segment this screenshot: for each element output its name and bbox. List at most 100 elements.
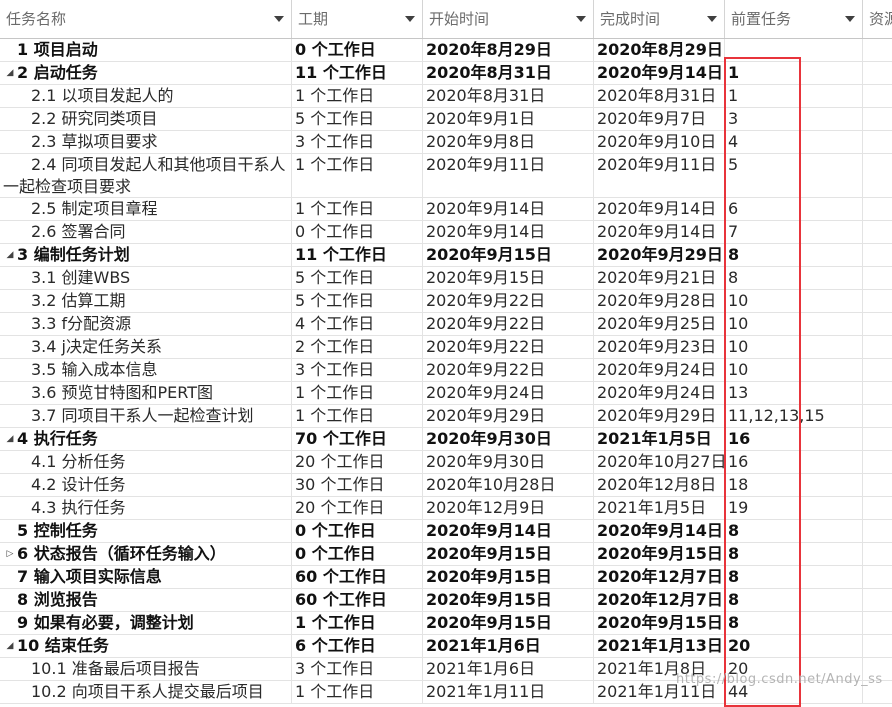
finish-date-cell[interactable]: 2020年12月7日 [594,566,725,588]
task-name-cell[interactable]: 2.1 以项目发起人的 [0,85,292,107]
task-name-cell[interactable]: 2.5 制定项目章程 [0,198,292,220]
finish-date-cell[interactable]: 2020年9月28日 [594,290,725,312]
dropdown-arrow-icon[interactable] [707,16,717,22]
resources-cell[interactable] [863,154,892,197]
finish-date-cell[interactable]: 2021年1月5日 [594,497,725,519]
resources-cell[interactable] [863,244,892,266]
column-header-task-name[interactable]: 任务名称 [0,0,292,38]
resources-cell[interactable] [863,520,892,542]
finish-date-cell[interactable]: 2020年9月15日 [594,543,725,565]
collapse-icon[interactable]: ◢ [3,62,17,84]
dropdown-arrow-icon[interactable] [845,16,855,22]
duration-cell[interactable]: 3 个工作日 [292,658,423,680]
start-date-cell[interactable]: 2020年9月29日 [423,405,594,427]
dropdown-arrow-icon[interactable] [576,16,586,22]
start-date-cell[interactable]: 2020年9月8日 [423,131,594,153]
duration-cell[interactable]: 60 个工作日 [292,566,423,588]
finish-date-cell[interactable]: 2020年9月14日 [594,198,725,220]
task-name-cell[interactable]: 10.1 准备最后项目报告 [0,658,292,680]
duration-cell[interactable]: 5 个工作日 [292,267,423,289]
duration-cell[interactable]: 0 个工作日 [292,221,423,243]
start-date-cell[interactable]: 2020年9月30日 [423,451,594,473]
start-date-cell[interactable]: 2020年8月31日 [423,62,594,84]
finish-date-cell[interactable]: 2020年8月29日 [594,39,725,61]
start-date-cell[interactable]: 2020年9月22日 [423,313,594,335]
task-name-cell[interactable]: 4.3 执行任务 [0,497,292,519]
finish-date-cell[interactable]: 2020年9月14日 [594,62,725,84]
column-header-finish[interactable]: 完成时间 [594,0,725,38]
duration-cell[interactable]: 30 个工作日 [292,474,423,496]
resources-cell[interactable] [863,451,892,473]
resources-cell[interactable] [863,39,892,61]
duration-cell[interactable]: 1 个工作日 [292,612,423,634]
finish-date-cell[interactable]: 2020年9月14日 [594,221,725,243]
resources-cell[interactable] [863,405,892,427]
dropdown-arrow-icon[interactable] [405,16,415,22]
start-date-cell[interactable]: 2020年9月15日 [423,543,594,565]
duration-cell[interactable]: 1 个工作日 [292,154,423,197]
duration-cell[interactable]: 0 个工作日 [292,543,423,565]
start-date-cell[interactable]: 2020年9月15日 [423,244,594,266]
start-date-cell[interactable]: 2020年8月29日 [423,39,594,61]
resources-cell[interactable] [863,62,892,84]
task-name-cell[interactable]: ◢ 2 启动任务 [0,62,292,84]
task-name-cell[interactable]: 4.2 设计任务 [0,474,292,496]
start-date-cell[interactable]: 2021年1月6日 [423,658,594,680]
finish-date-cell[interactable]: 2020年12月8日 [594,474,725,496]
task-name-cell[interactable]: 3.7 同项目干系人一起检查计划 [0,405,292,427]
finish-date-cell[interactable]: 2020年9月21日 [594,267,725,289]
resources-cell[interactable] [863,497,892,519]
duration-cell[interactable]: 5 个工作日 [292,290,423,312]
collapse-icon[interactable]: ◢ [3,635,17,657]
finish-date-cell[interactable]: 2020年9月24日 [594,382,725,404]
start-date-cell[interactable]: 2020年9月22日 [423,290,594,312]
resources-cell[interactable] [863,635,892,657]
finish-date-cell[interactable]: 2020年9月15日 [594,612,725,634]
duration-cell[interactable]: 0 个工作日 [292,39,423,61]
column-header-duration[interactable]: 工期 [292,0,423,38]
start-date-cell[interactable]: 2020年8月31日 [423,85,594,107]
task-name-cell[interactable]: 3.5 输入成本信息 [0,359,292,381]
finish-date-cell[interactable]: 2020年9月7日 [594,108,725,130]
finish-date-cell[interactable]: 2020年12月7日 [594,589,725,611]
task-name-cell[interactable]: 10.2 向项目干系人提交最后项目 [0,681,292,703]
finish-date-cell[interactable]: 2020年9月23日 [594,336,725,358]
finish-date-cell[interactable]: 2020年8月31日 [594,85,725,107]
task-name-cell[interactable]: ▷ 6 状态报告（循环任务输入） [0,543,292,565]
start-date-cell[interactable]: 2020年9月15日 [423,589,594,611]
start-date-cell[interactable]: 2020年9月1日 [423,108,594,130]
resources-cell[interactable] [863,131,892,153]
start-date-cell[interactable]: 2020年9月14日 [423,221,594,243]
finish-date-cell[interactable]: 2020年9月10日 [594,131,725,153]
duration-cell[interactable]: 20 个工作日 [292,451,423,473]
duration-cell[interactable]: 11 个工作日 [292,244,423,266]
finish-date-cell[interactable]: 2020年9月29日 [594,244,725,266]
task-name-cell[interactable]: 1 项目启动 [0,39,292,61]
task-name-cell[interactable]: 2.4 同项目发起人和其他项目干系人一起检查项目要求 [0,154,292,197]
finish-date-cell[interactable]: 2020年10月27日 [594,451,725,473]
resources-cell[interactable] [863,474,892,496]
resources-cell[interactable] [863,566,892,588]
start-date-cell[interactable]: 2020年9月15日 [423,612,594,634]
finish-date-cell[interactable]: 2020年9月29日 [594,405,725,427]
task-name-cell[interactable]: 8 浏览报告 [0,589,292,611]
resources-cell[interactable] [863,543,892,565]
task-name-cell[interactable]: 3.4 j决定任务关系 [0,336,292,358]
start-date-cell[interactable]: 2020年9月15日 [423,267,594,289]
duration-cell[interactable]: 6 个工作日 [292,635,423,657]
resources-cell[interactable] [863,589,892,611]
resources-cell[interactable] [863,198,892,220]
duration-cell[interactable]: 1 个工作日 [292,681,423,703]
finish-date-cell[interactable]: 2020年9月24日 [594,359,725,381]
duration-cell[interactable]: 5 个工作日 [292,108,423,130]
task-name-cell[interactable]: ◢ 3 编制任务计划 [0,244,292,266]
start-date-cell[interactable]: 2020年9月24日 [423,382,594,404]
task-name-cell[interactable]: 2.6 签署合同 [0,221,292,243]
start-date-cell[interactable]: 2020年9月30日 [423,428,594,450]
column-header-resources[interactable]: 资源 [863,0,892,38]
task-name-cell[interactable]: 7 输入项目实际信息 [0,566,292,588]
task-name-cell[interactable]: 3.1 创建WBS [0,267,292,289]
collapse-icon[interactable]: ◢ [3,244,17,266]
resources-cell[interactable] [863,221,892,243]
resources-cell[interactable] [863,85,892,107]
